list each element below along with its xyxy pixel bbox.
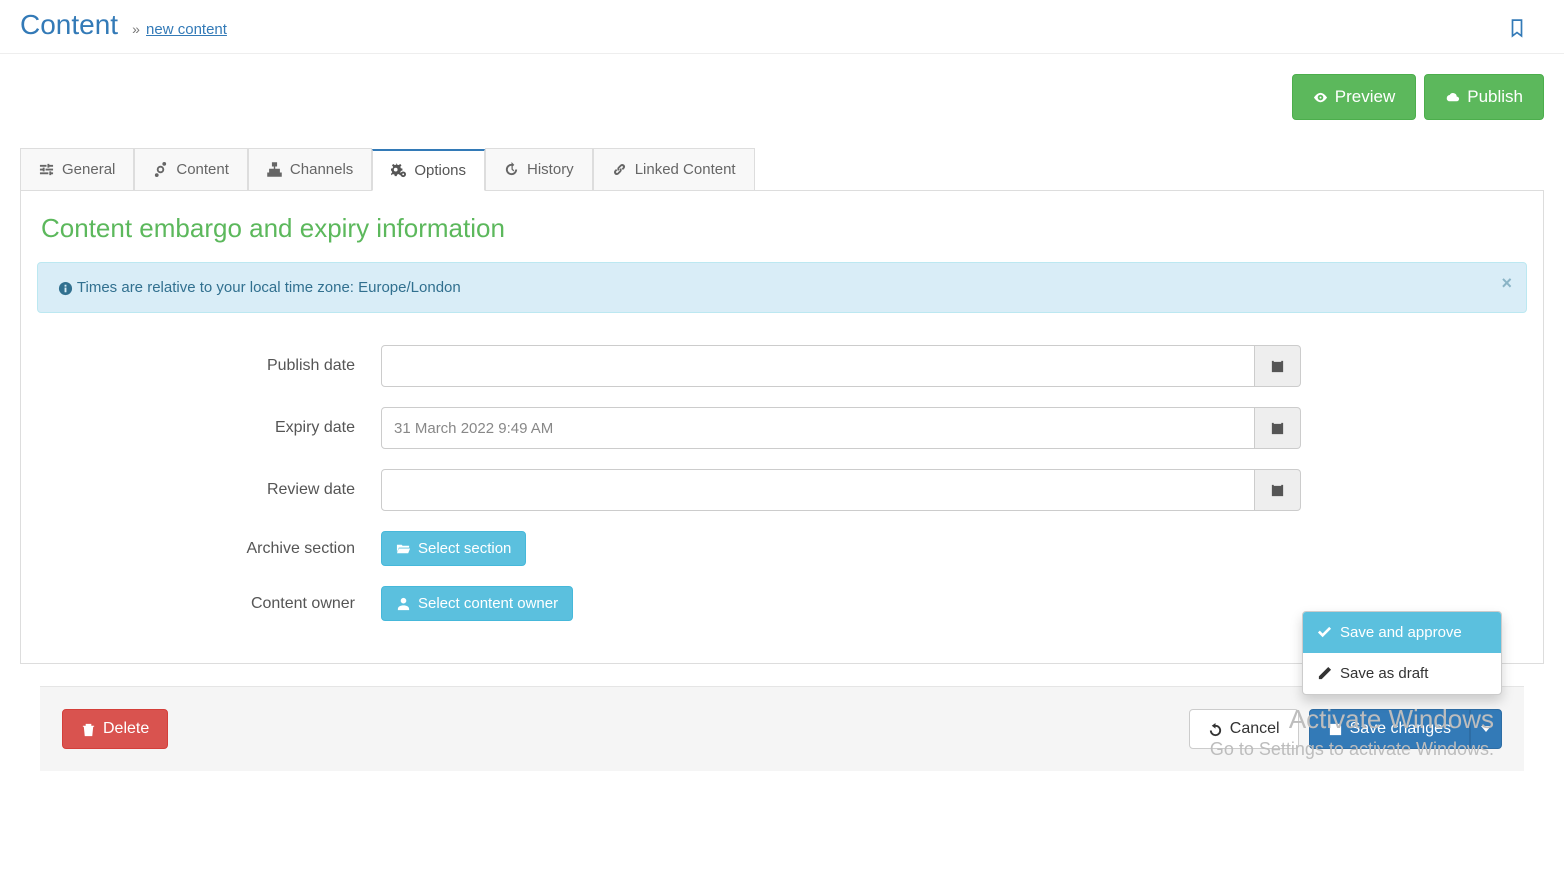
tab-label: General: [62, 161, 115, 178]
tabs: General Content Channels Options History…: [20, 148, 1544, 191]
save-label: Save changes: [1350, 720, 1451, 738]
publish-date-input[interactable]: [381, 345, 1255, 387]
publish-label: Publish: [1467, 87, 1523, 107]
sliders-icon: [39, 162, 54, 177]
history-icon: [504, 162, 519, 177]
publish-date-label: Publish date: [41, 357, 381, 375]
undo-icon: [1208, 722, 1223, 737]
cancel-label: Cancel: [1230, 720, 1280, 738]
trash-icon: [81, 722, 96, 737]
tab-label: Content: [176, 161, 229, 178]
timezone-alert: Times are relative to your local time zo…: [37, 262, 1527, 313]
expiry-date-label: Expiry date: [41, 419, 381, 437]
page-title: Content: [20, 9, 118, 41]
delete-label: Delete: [103, 720, 149, 738]
folder-open-icon: [396, 541, 411, 556]
publish-date-picker-button[interactable]: [1255, 345, 1301, 387]
close-icon[interactable]: ×: [1501, 273, 1512, 294]
content-owner-label: Content owner: [41, 595, 381, 613]
cancel-button[interactable]: Cancel: [1189, 709, 1299, 749]
select-section-label: Select section: [418, 540, 511, 557]
review-date-input[interactable]: [381, 469, 1255, 511]
save-changes-button[interactable]: Save changes: [1309, 709, 1470, 749]
info-icon: [58, 281, 73, 296]
preview-button[interactable]: Preview: [1292, 74, 1416, 120]
main: General Content Channels Options History…: [20, 148, 1544, 771]
check-icon: [1317, 625, 1332, 640]
user-icon: [396, 596, 411, 611]
breadcrumb: » new content: [132, 21, 227, 38]
tab-label: History: [527, 161, 574, 178]
panel-title: Content embargo and expiry information: [21, 213, 1543, 262]
select-content-owner-label: Select content owner: [418, 595, 558, 612]
footer: Delete Cancel Save and approve Save as d…: [40, 686, 1524, 771]
page-header: Content » new content: [0, 0, 1564, 54]
preview-label: Preview: [1335, 87, 1395, 107]
breadcrumb-link[interactable]: new content: [146, 21, 227, 38]
tab-label: Channels: [290, 161, 353, 178]
alert-text: Times are relative to your local time zo…: [77, 279, 461, 296]
calendar-icon: [1270, 421, 1285, 436]
save-approve-label: Save and approve: [1340, 624, 1462, 641]
expiry-date-picker-button[interactable]: [1255, 407, 1301, 449]
save-icon: [1328, 722, 1343, 737]
save-dropdown-toggle[interactable]: [1470, 709, 1502, 749]
tab-general[interactable]: General: [20, 148, 134, 190]
breadcrumb-arrows-icon: »: [132, 21, 138, 37]
delete-button[interactable]: Delete: [62, 709, 168, 749]
archive-section-label: Archive section: [41, 540, 381, 558]
calendar-icon: [1270, 359, 1285, 374]
cog-share-icon: [153, 162, 168, 177]
sitemap-icon: [267, 162, 282, 177]
top-actions: Preview Publish: [0, 54, 1564, 148]
review-date-picker-button[interactable]: [1255, 469, 1301, 511]
save-dropdown-menu: Save and approve Save as draft: [1302, 611, 1502, 695]
caret-down-icon: [1481, 726, 1491, 732]
select-content-owner-button[interactable]: Select content owner: [381, 586, 573, 621]
select-section-button[interactable]: Select section: [381, 531, 526, 566]
link-icon: [612, 162, 627, 177]
tab-label: Options: [414, 162, 466, 179]
tab-content[interactable]: Content: [134, 148, 248, 190]
publish-button[interactable]: Publish: [1424, 74, 1544, 120]
tab-label: Linked Content: [635, 161, 736, 178]
tab-options[interactable]: Options: [372, 149, 485, 191]
cloud-icon: [1445, 90, 1460, 105]
options-panel: Content embargo and expiry information T…: [20, 191, 1544, 664]
bookmark-icon[interactable]: [1508, 8, 1544, 40]
gears-icon: [391, 163, 406, 178]
expiry-date-input[interactable]: [381, 407, 1255, 449]
review-date-label: Review date: [41, 481, 381, 499]
tab-history[interactable]: History: [485, 148, 593, 190]
edit-icon: [1317, 666, 1332, 681]
save-draft-label: Save as draft: [1340, 665, 1428, 682]
eye-icon: [1313, 90, 1328, 105]
save-as-draft-item[interactable]: Save as draft: [1303, 653, 1501, 694]
tab-linked[interactable]: Linked Content: [593, 148, 755, 190]
calendar-icon: [1270, 483, 1285, 498]
tab-channels[interactable]: Channels: [248, 148, 372, 190]
save-and-approve-item[interactable]: Save and approve: [1303, 612, 1501, 653]
